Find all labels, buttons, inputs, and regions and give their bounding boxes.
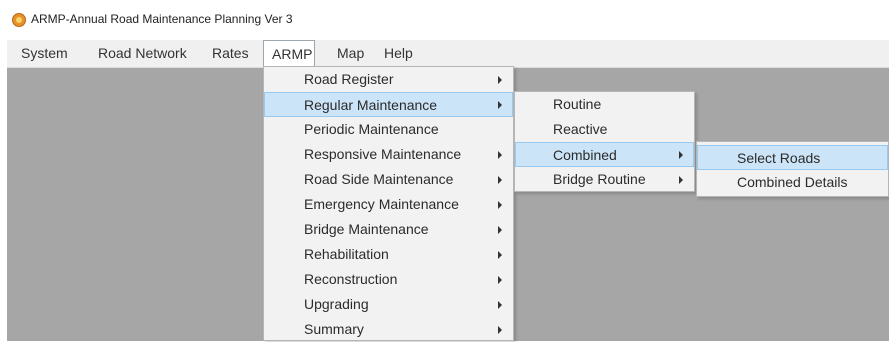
menu-item-label: Road Side Maintenance [304, 171, 454, 187]
menu-item-regular-maintenance[interactable]: Regular Maintenance [264, 92, 513, 117]
submenu-arrow-icon [498, 251, 502, 259]
menu-rates[interactable]: Rates [204, 40, 257, 67]
menu-item-label: Rehabilitation [304, 246, 389, 262]
menu-bar: System Road Network Rates ARMP Map Help [7, 40, 889, 68]
menu-item-label: Routine [553, 96, 602, 112]
menu-road-network[interactable]: Road Network [90, 40, 195, 67]
submenu-arrow-icon [498, 326, 502, 334]
menu-item-label: Regular Maintenance [304, 97, 438, 113]
menu-item-label: Responsive Maintenance [304, 146, 462, 162]
submenu-arrow-icon [498, 101, 502, 109]
submenu-arrow-icon [498, 226, 502, 234]
menu-item-responsive-maintenance[interactable]: Responsive Maintenance [264, 142, 513, 167]
menu-item-label: Upgrading [304, 296, 369, 312]
menu-item-label: Road Register [304, 71, 394, 87]
menu-item-label: Reconstruction [304, 271, 398, 287]
submenu-arrow-icon [679, 151, 683, 159]
menu-item-routine[interactable]: Routine [515, 92, 694, 117]
submenu-arrow-icon [498, 151, 502, 159]
armp-dropdown-menu: Road Register Regular Maintenance Period… [263, 66, 514, 341]
combined-submenu: Select Roads Combined Details [696, 141, 889, 197]
menu-item-upgrading[interactable]: Upgrading [264, 292, 513, 317]
menu-item-label: Summary [304, 321, 364, 337]
menu-item-label: Reactive [553, 121, 608, 137]
menu-system[interactable]: System [13, 40, 76, 67]
submenu-arrow-icon [498, 201, 502, 209]
submenu-arrow-icon [498, 176, 502, 184]
menu-map[interactable]: Map [329, 40, 372, 67]
menu-item-emergency-maintenance[interactable]: Emergency Maintenance [264, 192, 513, 217]
menu-item-periodic-maintenance[interactable]: Periodic Maintenance [264, 117, 513, 142]
menu-help[interactable]: Help [376, 40, 421, 67]
menu-item-label: Bridge Maintenance [304, 221, 429, 237]
menu-item-reactive[interactable]: Reactive [515, 117, 694, 142]
menu-item-bridge-maintenance[interactable]: Bridge Maintenance [264, 217, 513, 242]
menu-item-combined-details[interactable]: Combined Details [697, 170, 888, 195]
title-bar: ARMP-Annual Road Maintenance Planning Ve… [0, 0, 889, 40]
menu-item-summary[interactable]: Summary [264, 317, 513, 342]
submenu-arrow-icon [679, 176, 683, 184]
menu-item-label: Bridge Routine [553, 171, 646, 187]
menu-item-road-side-maintenance[interactable]: Road Side Maintenance [264, 167, 513, 192]
menu-item-road-register[interactable]: Road Register [264, 67, 513, 92]
menu-armp[interactable]: ARMP [263, 40, 315, 67]
menu-item-rehabilitation[interactable]: Rehabilitation [264, 242, 513, 267]
menu-item-reconstruction[interactable]: Reconstruction [264, 267, 513, 292]
menu-item-bridge-routine[interactable]: Bridge Routine [515, 167, 694, 192]
window-title: ARMP-Annual Road Maintenance Planning Ve… [31, 12, 293, 26]
menu-item-combined[interactable]: Combined [515, 142, 694, 167]
regular-maintenance-submenu: Routine Reactive Combined Bridge Routine [514, 91, 695, 192]
menu-item-select-roads[interactable]: Select Roads [697, 145, 888, 170]
menu-item-label: Combined Details [737, 174, 848, 190]
app-logo-icon [12, 13, 26, 27]
submenu-arrow-icon [498, 276, 502, 284]
menu-item-label: Emergency Maintenance [304, 196, 459, 212]
menu-item-label: Combined [553, 147, 617, 163]
submenu-arrow-icon [498, 76, 502, 84]
submenu-arrow-icon [498, 301, 502, 309]
window-left-frame [0, 40, 7, 341]
menu-item-label: Periodic Maintenance [304, 121, 439, 137]
menu-item-label: Select Roads [737, 150, 821, 166]
